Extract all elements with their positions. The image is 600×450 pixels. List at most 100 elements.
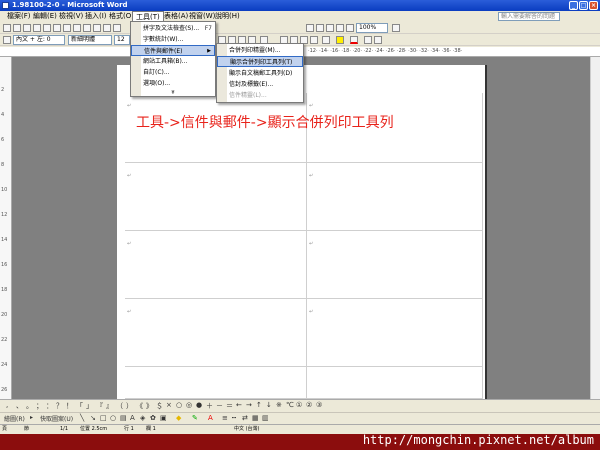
symbol-button[interactable]: ← xyxy=(236,401,242,409)
shadow-icon[interactable]: ▦ xyxy=(252,414,259,422)
table-cell[interactable] xyxy=(307,367,483,399)
cut-icon[interactable] xyxy=(93,24,101,32)
drawing-icon[interactable] xyxy=(326,24,334,32)
email-icon[interactable] xyxy=(43,24,51,32)
arrow-style-icon[interactable]: ⇄ xyxy=(242,414,248,422)
minimize-button[interactable]: _ xyxy=(569,1,578,10)
open-icon[interactable] xyxy=(13,24,21,32)
style-select[interactable]: 內文 + 左: 0 xyxy=(13,35,65,45)
symbol-button[interactable]: ＝ xyxy=(226,401,233,411)
autoshapes-menu-button[interactable]: 快取圖案(U) xyxy=(40,414,73,423)
fill-color-icon[interactable]: ◆ xyxy=(176,414,181,422)
menu-item-mail-merge-wizard[interactable]: 合併列印精靈(M)... xyxy=(217,45,303,56)
font-select[interactable]: 新細明體 xyxy=(68,35,112,45)
help-search-input[interactable]: 輸入需要解答的問題 xyxy=(498,12,560,21)
font-color-icon[interactable] xyxy=(350,36,358,44)
enclose-characters-icon[interactable] xyxy=(374,36,382,44)
symbol-button[interactable]: 、 xyxy=(16,401,23,411)
save-icon[interactable] xyxy=(23,24,31,32)
symbol-button[interactable]: ＄ xyxy=(156,401,163,411)
draw-font-color-icon[interactable]: A xyxy=(208,414,213,422)
columns-icon[interactable] xyxy=(316,24,324,32)
menu-item-web-tools[interactable]: 網站工具箱(B)... xyxy=(131,56,215,67)
clip-art-icon[interactable]: ✿ xyxy=(150,414,156,422)
symbol-button[interactable]: ② xyxy=(306,401,312,409)
symbol-button[interactable]: 」 xyxy=(86,401,93,411)
styles-icon[interactable] xyxy=(3,36,11,44)
table-cell[interactable]: ↵ xyxy=(307,163,483,231)
help-icon[interactable] xyxy=(392,24,400,32)
diagram-icon[interactable]: ◈ xyxy=(140,414,145,422)
vertical-scrollbar[interactable] xyxy=(590,57,600,399)
symbol-button[interactable]: ＋ xyxy=(206,401,213,411)
symbol-button[interactable]: 』 xyxy=(106,401,113,411)
vertical-ruler[interactable]: 2 4 6 8 10 12 14 16 18 20 22 24 26 xyxy=(0,57,12,399)
menu-item-letters-mailings[interactable]: 信件與郵件(E) ▶ xyxy=(131,45,215,56)
phonetic-guide-icon[interactable] xyxy=(364,36,372,44)
spelling-icon[interactable] xyxy=(73,24,81,32)
document-area[interactable]: ↵ ↵ ↵ ↵ ↵ ↵ ↵ ↵ xyxy=(12,57,590,399)
border-icon[interactable] xyxy=(322,36,330,44)
symbol-button[interactable]: ③ xyxy=(316,401,322,409)
menu-help[interactable]: 說明(H) xyxy=(212,11,243,22)
menu-item-show-mail-merge-toolbar[interactable]: 顯示合併列印工具列(T) xyxy=(217,56,303,67)
increase-indent-icon[interactable] xyxy=(310,36,318,44)
symbol-button[interactable]: ！ xyxy=(66,401,73,411)
symbol-button[interactable]: → xyxy=(246,401,252,409)
menu-expand-chevron-icon[interactable]: ¥ xyxy=(131,88,215,99)
3d-icon[interactable]: ▥ xyxy=(262,414,269,422)
symbol-button[interactable]: ℃ xyxy=(286,401,294,409)
zoom-select[interactable]: 100% xyxy=(356,23,388,33)
symbol-button[interactable]: 「 xyxy=(76,401,83,411)
menu-item-envelopes-labels[interactable]: 信封及標籤(E)... xyxy=(217,79,303,90)
symbol-button[interactable]: ① xyxy=(296,401,302,409)
table-cell[interactable] xyxy=(125,367,307,399)
rectangle-icon[interactable]: □ xyxy=(100,414,107,422)
table-cell[interactable]: ↵ xyxy=(307,299,483,367)
symbol-button[interactable]: 》 xyxy=(146,401,153,411)
close-button[interactable]: × xyxy=(589,1,598,10)
table-cell[interactable]: ↵ xyxy=(125,299,307,367)
symbol-button[interactable]: ◎ xyxy=(186,401,192,409)
new-icon[interactable] xyxy=(3,24,11,32)
line-icon[interactable]: ╲ xyxy=(80,414,84,422)
permission-icon[interactable] xyxy=(33,24,41,32)
symbol-button[interactable]: , xyxy=(6,401,8,409)
symbol-button[interactable]: 。 xyxy=(26,401,33,411)
menu-item-word-count[interactable]: 字數統計(W)... xyxy=(131,34,215,45)
research-icon[interactable] xyxy=(83,24,91,32)
wordart-icon[interactable]: A xyxy=(130,414,135,422)
menu-item-show-envelope-toolbar[interactable]: 顯示自文稿郵工具列(D) xyxy=(217,68,303,79)
text-box-icon[interactable]: ▤ xyxy=(120,414,127,422)
symbol-button[interactable]: × xyxy=(166,401,172,409)
symbol-button[interactable]: ： xyxy=(46,401,53,411)
arrow-icon[interactable]: ↘ xyxy=(90,414,96,422)
dash-style-icon[interactable]: ┅ xyxy=(232,414,236,422)
menu-item-customize[interactable]: 自訂(C)... xyxy=(131,67,215,78)
print-preview-icon[interactable] xyxy=(63,24,71,32)
symbol-button[interactable]: ） xyxy=(126,401,133,411)
oval-icon[interactable]: ○ xyxy=(110,414,116,422)
symbol-button[interactable]: （ xyxy=(116,401,123,411)
symbol-button[interactable]: ？ xyxy=(56,401,63,411)
print-icon[interactable] xyxy=(53,24,61,32)
symbol-button[interactable]: ● xyxy=(196,401,202,409)
symbol-button[interactable]: ↓ xyxy=(266,401,272,409)
symbol-button[interactable]: ○ xyxy=(176,401,182,409)
label-table[interactable]: ↵ ↵ ↵ ↵ ↵ ↵ ↵ ↵ xyxy=(125,93,483,399)
highlight-icon[interactable] xyxy=(336,36,344,44)
document-map-icon[interactable] xyxy=(336,24,344,32)
font-size-select[interactable]: 12 xyxy=(114,35,130,45)
symbol-button[interactable]: ； xyxy=(36,401,43,411)
table-icon[interactable] xyxy=(306,24,314,32)
line-color-icon[interactable]: ✎ xyxy=(192,414,198,422)
picture-icon[interactable]: ▣ xyxy=(160,414,167,422)
select-objects-icon[interactable]: ▸ xyxy=(30,414,33,421)
show-hide-icon[interactable] xyxy=(346,24,354,32)
symbol-button[interactable]: ※ xyxy=(276,401,282,409)
symbol-button[interactable]: － xyxy=(216,401,223,411)
paste-icon[interactable] xyxy=(113,24,121,32)
menu-item-spelling[interactable]: 拼字及文法檢查(S)... F7 xyxy=(131,23,215,34)
table-cell[interactable]: ↵ xyxy=(307,231,483,299)
maximize-button[interactable]: □ xyxy=(579,1,588,10)
